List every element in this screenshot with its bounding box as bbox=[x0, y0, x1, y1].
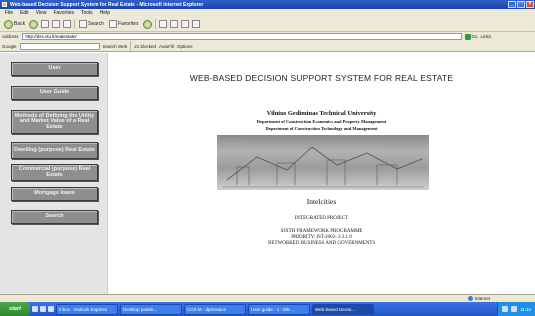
taskbar: start Inbox - Outlook Express Desktop pa… bbox=[0, 302, 535, 316]
search-icon bbox=[79, 20, 88, 28]
star-icon bbox=[108, 20, 117, 28]
search-web-button[interactable]: Search Web bbox=[103, 44, 128, 49]
globe-icon bbox=[467, 296, 473, 301]
google-search-input[interactable] bbox=[19, 42, 100, 50]
toolbar-separator bbox=[74, 19, 76, 29]
back-button[interactable]: Back bbox=[3, 19, 26, 30]
go-button[interactable]: Go bbox=[464, 33, 478, 40]
popup-blocked-button[interactable]: 21 blocked bbox=[134, 44, 156, 49]
start-label: start bbox=[9, 306, 21, 312]
sidebar-item-mortgage[interactable]: Mortgage loans bbox=[11, 187, 98, 201]
security-zone: Internet bbox=[467, 296, 490, 301]
toolbar-separator bbox=[130, 41, 132, 51]
search-label: Search bbox=[88, 21, 104, 27]
sidebar: User User Guide Methods of Defining the … bbox=[0, 53, 108, 294]
page-content: User User Guide Methods of Defining the … bbox=[0, 53, 535, 294]
links-button[interactable]: Links bbox=[481, 34, 492, 39]
print-icon[interactable] bbox=[180, 20, 189, 28]
refresh-icon[interactable] bbox=[52, 20, 61, 28]
city-banner-image bbox=[217, 135, 429, 190]
task-button[interactable]: User guide - 1 - Mic... bbox=[248, 303, 310, 315]
sidebar-item-dwelling[interactable]: Dwelling (purpose) Real Estate bbox=[11, 142, 98, 159]
window-title: Web-based Decision Support System for Re… bbox=[10, 1, 204, 8]
city-sketch bbox=[217, 142, 429, 188]
task-button[interactable]: Desktop pasisk... bbox=[120, 303, 182, 315]
quick-launch-icon[interactable] bbox=[48, 306, 54, 312]
networked-line: NETWORKED BUSINESS AND GOVERNMENTS bbox=[267, 241, 376, 246]
menu-view[interactable]: View bbox=[36, 10, 47, 16]
menu-tools[interactable]: Tools bbox=[81, 10, 93, 16]
sidebar-item-commercial[interactable]: Commercial (purpose) Real Estate bbox=[11, 164, 98, 181]
window-controls: _ □ × bbox=[508, 1, 534, 8]
address-bar: Address http://dss.vtu.lt/realestate/ Go… bbox=[0, 32, 535, 41]
task-button[interactable]: Inbox - Outlook Express bbox=[56, 303, 118, 315]
department-line-2: Department of Construction Technology an… bbox=[265, 126, 378, 131]
ie-icon bbox=[2, 2, 7, 7]
standard-toolbar: Back Search Favorites bbox=[0, 17, 535, 32]
sidebar-item-user-guide[interactable]: User Guide bbox=[11, 86, 98, 100]
search-button[interactable]: Search bbox=[78, 19, 105, 30]
home-icon[interactable] bbox=[63, 20, 72, 28]
quick-launch-icon[interactable] bbox=[32, 306, 38, 312]
address-label: Address bbox=[2, 34, 19, 39]
integrated-project: INTEGRATED PROJECT bbox=[294, 216, 349, 221]
tray-icon[interactable] bbox=[502, 306, 509, 312]
options-button[interactable]: Options bbox=[177, 44, 193, 49]
clock: 11:15 bbox=[520, 306, 531, 312]
toolbar-separator bbox=[154, 19, 156, 29]
window-title-bar: Web-based Decision Support System for Re… bbox=[0, 0, 535, 9]
status-bar: Internet bbox=[0, 294, 535, 302]
tray-icon[interactable] bbox=[511, 306, 518, 312]
department-line-1: Department of Construction Economics and… bbox=[256, 119, 387, 124]
university-name: Vilnius Gediminas Technical University bbox=[266, 110, 377, 117]
main-panel: WEB-BASED DECISION SUPPORT SYSTEM FOR RE… bbox=[108, 53, 535, 294]
google-logo: Google bbox=[2, 43, 17, 49]
priority-line: PRIORITY: IST-2002- 2.3.1.9 bbox=[291, 235, 352, 240]
mail-icon[interactable] bbox=[169, 20, 178, 28]
back-arrow-icon bbox=[4, 19, 13, 29]
system-tray: 11:15 bbox=[497, 302, 535, 316]
forward-arrow-icon[interactable] bbox=[29, 19, 39, 29]
task-button[interactable]: CO2-M - dprinsaice bbox=[184, 303, 246, 315]
quick-launch-icon[interactable] bbox=[40, 306, 46, 312]
history-icon[interactable] bbox=[158, 20, 167, 28]
media-icon[interactable] bbox=[142, 19, 152, 29]
menu-edit[interactable]: Edit bbox=[20, 10, 29, 16]
favorites-label: Favorites bbox=[117, 21, 139, 27]
project-name: Intelcities bbox=[306, 197, 337, 206]
back-label: Back bbox=[14, 21, 26, 27]
google-toolbar: Google Search Web 21 blocked AutoFill Op… bbox=[0, 41, 535, 52]
sidebar-item-user[interactable]: User bbox=[11, 62, 98, 76]
page-title: WEB-BASED DECISION SUPPORT SYSTEM FOR RE… bbox=[189, 73, 454, 83]
menu-bar: File Edit View Favorites Tools Help bbox=[0, 9, 535, 17]
sidebar-item-methods[interactable]: Methods of Defining the Utility and Mark… bbox=[11, 110, 98, 134]
stop-icon[interactable] bbox=[41, 20, 50, 28]
menu-help[interactable]: Help bbox=[100, 10, 110, 16]
task-button-active[interactable]: Web-based Decisi... bbox=[312, 303, 374, 315]
address-input[interactable]: http://dss.vtu.lt/realestate/ bbox=[21, 33, 462, 40]
framework-programme: SIXTH FRAMEWORK PROGRAMME bbox=[280, 229, 363, 234]
edit-icon[interactable] bbox=[191, 20, 200, 28]
menu-file[interactable]: File bbox=[5, 10, 13, 16]
minimize-button[interactable]: _ bbox=[508, 1, 516, 8]
go-arrow-icon bbox=[464, 33, 471, 40]
maximize-button[interactable]: □ bbox=[517, 1, 525, 8]
menu-favorites[interactable]: Favorites bbox=[53, 10, 74, 16]
close-button[interactable]: × bbox=[526, 1, 534, 8]
favorites-button[interactable]: Favorites bbox=[108, 19, 140, 30]
sidebar-item-search[interactable]: Search bbox=[11, 210, 98, 224]
zone-label: Internet bbox=[474, 296, 490, 301]
autofill-button[interactable]: AutoFill bbox=[159, 44, 174, 49]
go-label: Go bbox=[471, 34, 478, 39]
start-button[interactable]: start bbox=[0, 302, 30, 316]
